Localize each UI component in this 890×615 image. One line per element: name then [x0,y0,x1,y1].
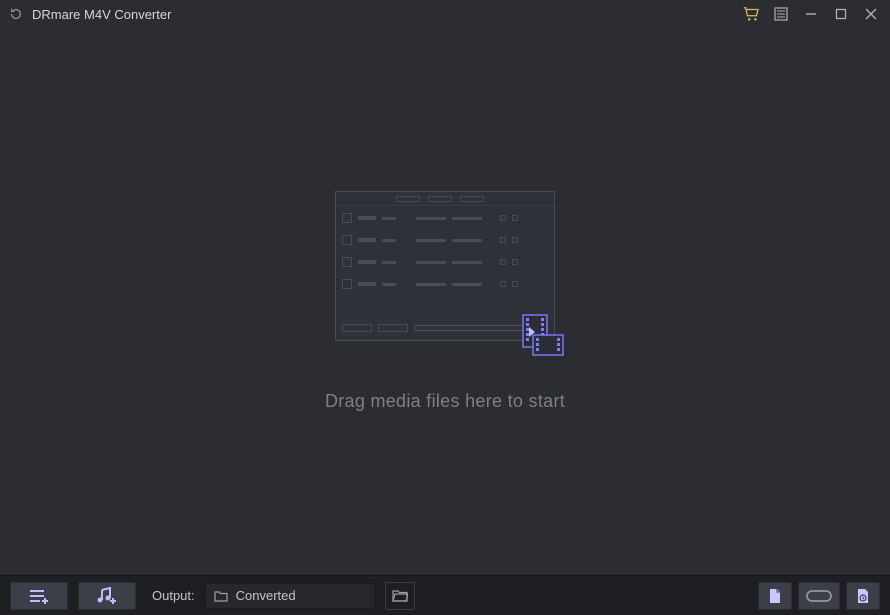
maximize-button[interactable] [830,3,852,25]
film-clip-icon [521,313,565,363]
output-path-field[interactable]: Converted [205,583,375,609]
bottombar: Output: Converted [0,575,890,615]
close-button[interactable] [860,3,882,25]
folder-icon [214,590,228,602]
add-music-button[interactable] [78,582,136,610]
minimize-button[interactable] [800,3,822,25]
open-output-folder-button[interactable] [385,582,415,610]
output-format-button[interactable] [798,582,840,610]
refresh-circle-icon [8,6,24,22]
output-label: Output: [152,588,195,603]
output-file-button[interactable] [758,582,792,610]
shopping-cart-icon[interactable] [740,3,762,25]
drop-zone-caption: Drag media files here to start [325,391,565,412]
drop-zone[interactable]: Drag media files here to start [0,28,890,575]
app-title: DRmare M4V Converter [32,7,171,22]
titlebar: DRmare M4V Converter [0,0,890,28]
add-list-button[interactable] [10,582,68,610]
output-path-text: Converted [236,588,296,603]
drop-zone-illustration [335,191,555,341]
output-history-button[interactable] [846,582,880,610]
menu-list-icon[interactable] [770,3,792,25]
